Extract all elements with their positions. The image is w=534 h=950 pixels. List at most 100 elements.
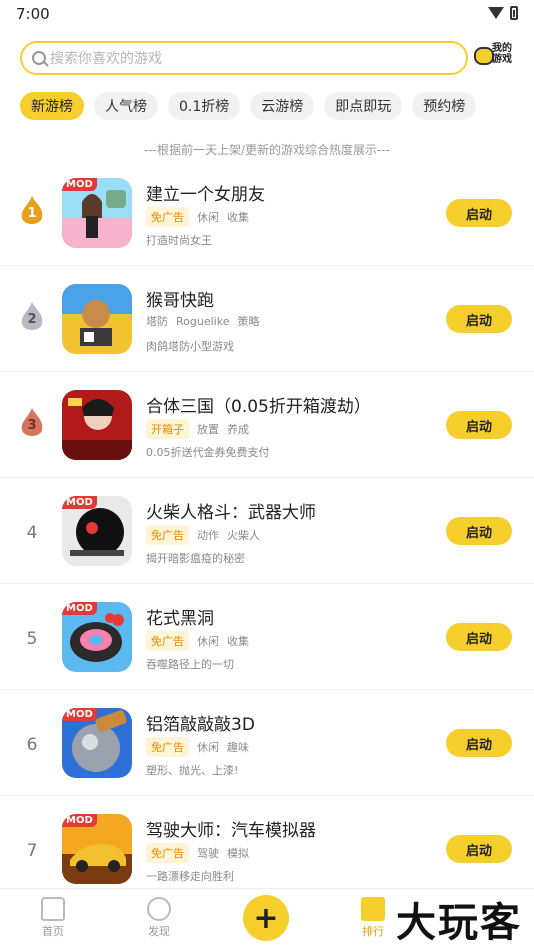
mod-badge: MOD xyxy=(62,708,97,721)
launch-button[interactable]: 启动 xyxy=(446,517,512,545)
game-tag: 休闲 xyxy=(197,741,219,754)
game-name: 合体三国（0.05折开箱渡劫） xyxy=(146,397,371,417)
rank-number: 7 xyxy=(26,841,38,861)
launch-button[interactable]: 启动 xyxy=(446,411,512,439)
home-icon xyxy=(41,897,65,921)
game-description: 吞噬路径上的一切 xyxy=(146,658,234,671)
game-tag: 模拟 xyxy=(227,847,249,860)
list-item[interactable]: 1 MOD 建立一个女朋友 免广告 休闲 收集 打造时尚女王 启动 xyxy=(0,160,534,266)
list-item[interactable]: 6 MOD 铝箔敲敲敲3D 免广告 休闲 趣味 塑形、抛光、上漆! 启动 xyxy=(0,690,534,796)
game-name: 火柴人格斗：武器大师 xyxy=(146,503,316,523)
game-icon xyxy=(62,284,132,354)
game-description: 打造时尚女王 xyxy=(146,234,212,247)
status-time: 7:00 xyxy=(16,5,50,23)
game-name: 猴哥快跑 xyxy=(146,291,214,311)
launch-button[interactable]: 启动 xyxy=(446,835,512,863)
add-button[interactable]: + xyxy=(243,895,289,941)
gamepad-icon xyxy=(474,47,494,65)
game-description: 揭开暗影瘟疫的秘密 xyxy=(146,552,245,565)
list-item[interactable]: 3 合体三国（0.05折开箱渡劫） 开箱子 放置 养成 0.05折送代金券免费支… xyxy=(0,372,534,478)
game-icon: MOD xyxy=(62,496,132,566)
mod-badge: MOD xyxy=(62,496,97,509)
feature-badge: 免广告 xyxy=(146,207,189,227)
tab-cloud[interactable]: 云游榜 xyxy=(250,92,315,120)
tab-reservation[interactable]: 预约榜 xyxy=(412,92,477,120)
nav-home[interactable]: 首页 xyxy=(18,897,88,939)
feature-badge: 免广告 xyxy=(146,631,189,651)
launch-button[interactable]: 启动 xyxy=(446,623,512,651)
rank-number: 6 xyxy=(26,735,38,755)
wifi-icon xyxy=(488,7,504,19)
launch-button[interactable]: 启动 xyxy=(446,729,512,757)
feature-badge: 免广告 xyxy=(146,525,189,545)
nav-rank-label: 排行 xyxy=(362,925,384,938)
rank-number: 4 xyxy=(26,523,38,543)
game-tags: 免广告 休闲 收集 xyxy=(146,631,249,651)
silver-flame-icon: 2 xyxy=(18,300,46,334)
game-tag: 放置 xyxy=(197,423,219,436)
game-name: 驾驶大师：汽车模拟器 xyxy=(146,821,316,841)
game-list: 1 MOD 建立一个女朋友 免广告 休闲 收集 打造时尚女王 启动 2 猴哥快跑… xyxy=(0,160,534,902)
status-bar: 7:00 xyxy=(0,0,534,28)
list-item[interactable]: 5 MOD 花式黑洞 免广告 休闲 收集 吞噬路径上的一切 启动 xyxy=(0,584,534,690)
game-tags: 免广告 休闲 收集 xyxy=(146,207,249,227)
search-icon xyxy=(32,51,46,65)
list-item[interactable]: 4 MOD 火柴人格斗：武器大师 免广告 动作 火柴人 揭开暗影瘟疫的秘密 启动 xyxy=(0,478,534,584)
nav-discover[interactable]: 发现 xyxy=(124,897,194,939)
game-tags: 塔防 Roguelike 策略 xyxy=(146,313,259,329)
game-icon: MOD xyxy=(62,602,132,672)
game-tag: Roguelike xyxy=(176,314,230,328)
game-name: 花式黑洞 xyxy=(146,609,214,629)
my-games-button[interactable]: 我的游戏 xyxy=(474,41,514,75)
game-icon: MOD xyxy=(62,708,132,778)
list-item[interactable]: 7 MOD 驾驶大师：汽车模拟器 免广告 驾驶 模拟 一路漂移走向胜利 启动 xyxy=(0,796,534,902)
status-icons xyxy=(488,6,518,20)
game-tag: 趣味 xyxy=(227,741,249,754)
feature-badge: 免广告 xyxy=(146,843,189,863)
rank-number: 2 xyxy=(27,312,37,327)
compass-icon xyxy=(147,897,171,921)
list-item[interactable]: 2 猴哥快跑 塔防 Roguelike 策略 肉鸽塔防小型游戏 启动 xyxy=(0,266,534,372)
game-description: 0.05折送代金券免费支付 xyxy=(146,446,270,459)
rank-number: 1 xyxy=(27,206,37,221)
game-tag: 收集 xyxy=(227,211,249,224)
search-input[interactable]: 搜索你喜欢的游戏 xyxy=(20,41,468,75)
tab-discount[interactable]: 0.1折榜 xyxy=(168,92,241,120)
nav-discover-label: 发现 xyxy=(148,925,170,938)
search-row: 搜索你喜欢的游戏 我的游戏 xyxy=(20,40,520,76)
game-name: 铝箔敲敲敲3D xyxy=(146,715,255,735)
game-tag: 火柴人 xyxy=(227,529,260,542)
game-icon xyxy=(62,390,132,460)
bronze-flame-icon: 3 xyxy=(18,406,46,440)
rank-number: 5 xyxy=(26,629,38,649)
game-tag: 养成 xyxy=(227,423,249,436)
rank-icon xyxy=(361,897,385,921)
tab-new-games[interactable]: 新游榜 xyxy=(20,92,84,120)
game-icon: MOD xyxy=(62,814,132,884)
game-tags: 免广告 动作 火柴人 xyxy=(146,525,260,545)
feature-badge: 免广告 xyxy=(146,737,189,757)
ranking-tabs: 新游榜 人气榜 0.1折榜 云游榜 即点即玩 预约榜 xyxy=(20,92,477,120)
mod-badge: MOD xyxy=(62,602,97,615)
battery-icon xyxy=(510,6,518,20)
game-tag: 休闲 xyxy=(197,211,219,224)
feature-badge: 开箱子 xyxy=(146,419,189,439)
game-tags: 免广告 休闲 趣味 xyxy=(146,737,249,757)
tab-popular[interactable]: 人气榜 xyxy=(94,92,158,120)
game-tag: 策略 xyxy=(237,315,260,328)
launch-button[interactable]: 启动 xyxy=(446,199,512,227)
rank-number: 3 xyxy=(27,418,37,433)
game-description: 塑形、抛光、上漆! xyxy=(146,764,239,777)
gold-flame-icon: 1 xyxy=(18,194,46,228)
search-placeholder: 搜索你喜欢的游戏 xyxy=(50,51,162,67)
game-icon: MOD xyxy=(62,178,132,248)
launch-button[interactable]: 启动 xyxy=(446,305,512,333)
game-tag: 休闲 xyxy=(197,635,219,648)
ranking-note: ---根据前一天上架/更新的游戏综合热度展示--- xyxy=(143,143,391,157)
game-tag: 驾驶 xyxy=(197,847,219,860)
my-games-label: 我的游戏 xyxy=(492,43,512,65)
game-tag: 塔防 xyxy=(146,315,168,328)
game-tags: 免广告 驾驶 模拟 xyxy=(146,843,249,863)
tab-instant-play[interactable]: 即点即玩 xyxy=(324,92,403,120)
watermark-logo: 大玩客 xyxy=(396,899,522,946)
